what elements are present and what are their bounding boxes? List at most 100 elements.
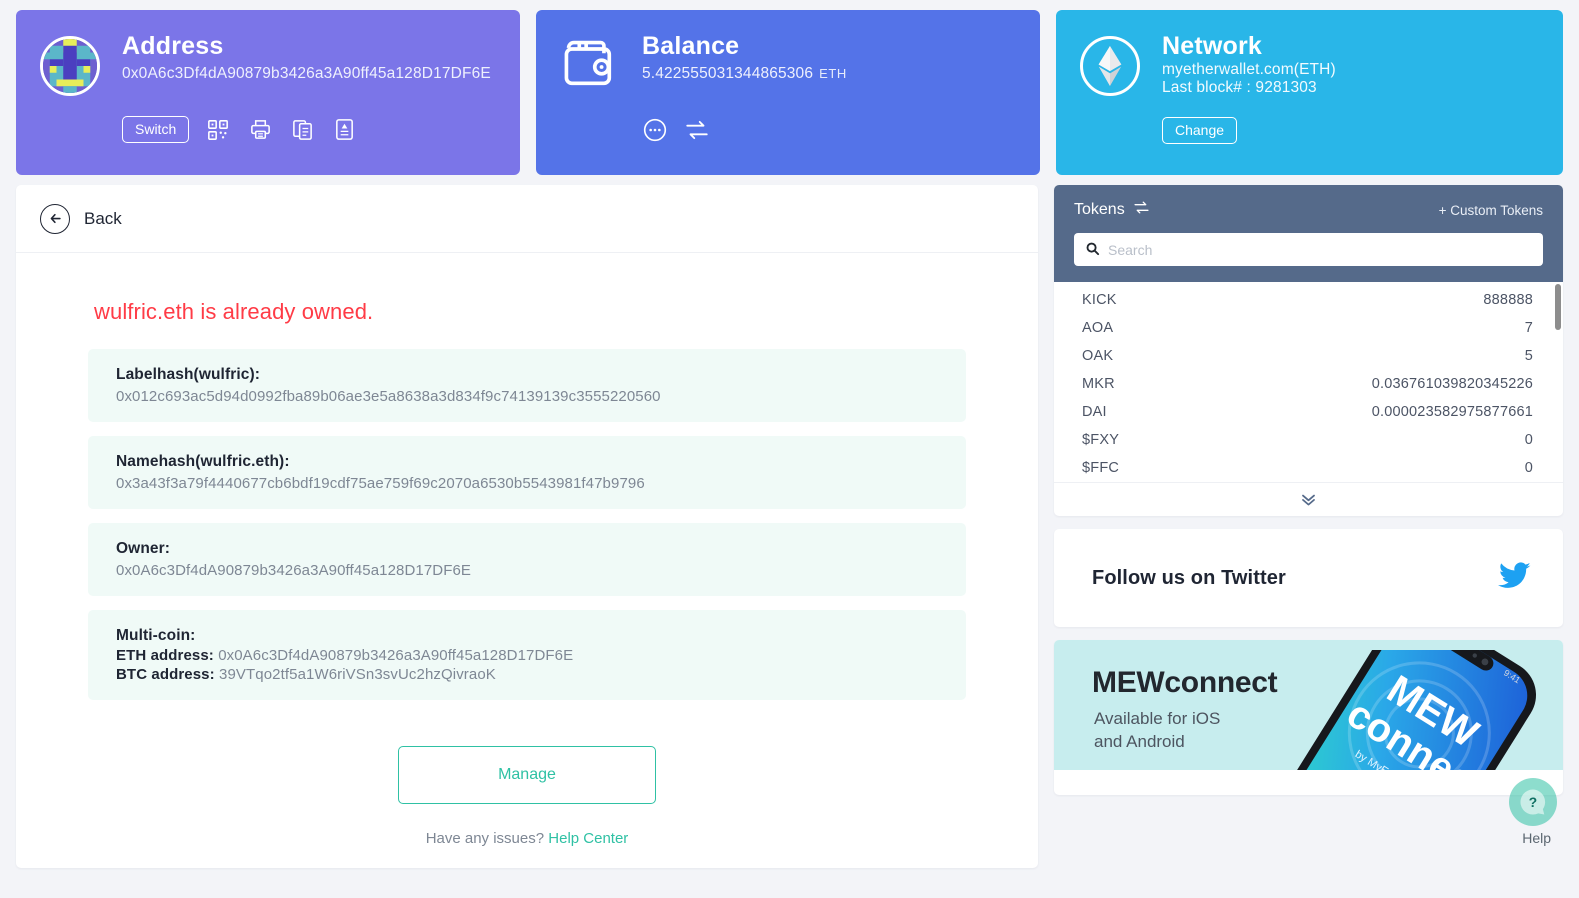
- print-icon[interactable]: [247, 117, 273, 143]
- network-card: Network myetherwallet.com(ETH) Last bloc…: [1056, 10, 1563, 175]
- mewconnect-subtitle: Available for iOS and Android: [1094, 708, 1220, 754]
- owner-box: Owner: 0x0A6c3Df4dA90879b3426a3A90ff45a1…: [88, 523, 966, 596]
- balance-value: 5.422555031344865306: [642, 64, 814, 82]
- back-button[interactable]: Back: [16, 185, 1038, 253]
- multicoin-btc-label: BTC address:: [116, 666, 215, 683]
- manage-section: Manage Have any issues? Help Center: [88, 746, 966, 847]
- network-provider: myetherwallet.com(ETH): [1162, 60, 1336, 78]
- token-balance: 0.000023582975877661: [1371, 404, 1533, 420]
- wallet-icon: [560, 36, 620, 97]
- token-list-scrollbar[interactable]: [1555, 284, 1561, 330]
- address-card-title: Address: [122, 32, 224, 60]
- mewconnect-title: MEWconnect: [1092, 666, 1278, 699]
- table-row[interactable]: MKR 0.036761039820345226: [1054, 370, 1563, 398]
- multicoin-eth-line: ETH address: 0x0A6c3Df4dA90879b3426a3A90…: [116, 647, 938, 664]
- back-label: Back: [84, 208, 122, 228]
- table-row[interactable]: OAK 5: [1054, 342, 1563, 370]
- multicoin-eth-label: ETH address:: [116, 647, 214, 664]
- table-row[interactable]: DAI 0.000023582975877661: [1054, 398, 1563, 426]
- token-balance: 0: [1524, 432, 1533, 448]
- tokens-title: Tokens: [1074, 201, 1125, 218]
- table-row[interactable]: KICK 888888: [1054, 286, 1563, 314]
- multicoin-btc-value: 39VTqo2tf5a1W6riVSn3svUc2hzQivraoK: [219, 666, 496, 683]
- ens-result-content: wulfric.eth is already owned. Labelhash(…: [16, 253, 1038, 847]
- balance-card-title: Balance: [642, 32, 740, 60]
- token-search-wrap: [1074, 233, 1543, 266]
- multicoin-eth-value: 0x0A6c3Df4dA90879b3426a3A90ff45a128D17DF…: [218, 647, 574, 664]
- phone-illustration: MEW connec by MyEtherWallet 9:41: [1283, 650, 1537, 770]
- qr-code-icon[interactable]: [205, 117, 231, 143]
- search-icon: [1085, 241, 1100, 261]
- mewconnect-line1: Available for iOS: [1094, 709, 1221, 728]
- balance-card: Balance 5.422555031344865306 ETH: [536, 10, 1040, 175]
- address-card-actions: Switch: [122, 116, 496, 144]
- token-balance: 5: [1524, 348, 1533, 364]
- token-symbol: KICK: [1082, 292, 1117, 308]
- help-button[interactable]: ?: [1509, 778, 1557, 826]
- copy-icon[interactable]: [289, 117, 315, 143]
- chevron-double-down-icon: [1302, 494, 1315, 506]
- multicoin-box: Multi-coin: ETH address: 0x0A6c3Df4dA908…: [88, 610, 966, 700]
- balance-card-actions: [642, 117, 1016, 143]
- token-balance: 888888: [1483, 292, 1533, 308]
- table-row[interactable]: $FFC 0: [1054, 454, 1563, 482]
- owner-label: Owner:: [116, 540, 170, 557]
- more-options-icon[interactable]: [642, 117, 668, 143]
- issues-text: Have any issues?: [425, 830, 545, 847]
- avatar: [40, 36, 100, 96]
- help-question-icon: ?: [1520, 789, 1546, 815]
- mewconnect-line2: and Android: [1094, 731, 1185, 751]
- search-input[interactable]: [1074, 233, 1543, 266]
- manage-button[interactable]: Manage: [398, 746, 656, 804]
- swap-icon[interactable]: [684, 117, 710, 143]
- custom-tokens-button[interactable]: + Custom Tokens: [1439, 203, 1543, 218]
- token-balance: 7: [1524, 320, 1533, 336]
- token-symbol: OAK: [1082, 348, 1114, 364]
- tokens-header: Tokens + Custom Tokens: [1054, 185, 1563, 282]
- token-balance: 0.036761039820345226: [1371, 376, 1533, 392]
- help-fab-label: Help: [1522, 830, 1551, 846]
- mewconnect-card[interactable]: MEWconnect Available for iOS and Android: [1054, 640, 1563, 795]
- document-icon[interactable]: [331, 117, 357, 143]
- token-symbol: AOA: [1082, 320, 1114, 336]
- balance-value-row: 5.422555031344865306 ETH: [642, 65, 847, 83]
- namehash-value: 0x3a43f3a79f4440677cb6bdf19cdf75ae759f69…: [116, 475, 645, 492]
- switch-button[interactable]: Switch: [122, 116, 190, 144]
- multicoin-btc-line: BTC address: 39VTqo2tf5a1W6riVSn3svUc2hz…: [116, 666, 938, 683]
- labelhash-box: Labelhash(wulfric): 0x012c693ac5d94d0992…: [88, 349, 966, 422]
- token-list: KICK 888888 AOA 7 OAK 5 MKR 0.0367610398…: [1054, 282, 1563, 482]
- expand-tokens-button[interactable]: [1054, 482, 1563, 516]
- namehash-label: Namehash(wulfric.eth):: [116, 453, 290, 470]
- twitter-card[interactable]: Follow us on Twitter: [1054, 529, 1563, 627]
- token-symbol: $FXY: [1082, 432, 1120, 448]
- ethereum-icon: [1080, 36, 1140, 96]
- table-row[interactable]: $FXY 0: [1054, 426, 1563, 454]
- token-balance: 0: [1524, 460, 1533, 476]
- owner-value: 0x0A6c3Df4dA90879b3426a3A90ff45a128D17DF…: [116, 562, 472, 579]
- token-symbol: DAI: [1082, 404, 1107, 420]
- sidebar: Tokens + Custom Tokens Search KICK 88888…: [1054, 185, 1563, 795]
- namehash-box: Namehash(wulfric.eth): 0x3a43f3a79f44406…: [88, 436, 966, 509]
- svg-text:?: ?: [1529, 795, 1537, 810]
- address-value: 0x0A6c3Df4dA90879b3426a3A90ff45a128D17DF…: [122, 64, 491, 82]
- issues-line: Have any issues? Help Center: [426, 830, 629, 847]
- help-center-link[interactable]: Help Center: [548, 830, 628, 847]
- address-card: Address 0x0A6c3Df4dA90879b3426a3A90ff45a…: [16, 10, 520, 175]
- tokens-card: Tokens + Custom Tokens Search KICK 88888…: [1054, 185, 1563, 516]
- token-symbol: $FFC: [1082, 460, 1120, 476]
- labelhash-label: Labelhash(wulfric):: [116, 366, 260, 383]
- network-card-title: Network: [1162, 32, 1263, 60]
- tokens-title-group: Tokens: [1074, 199, 1150, 221]
- app-root: Address 0x0A6c3Df4dA90879b3426a3A90ff45a…: [0, 0, 1579, 898]
- summary-cards: Address 0x0A6c3Df4dA90879b3426a3A90ff45a…: [16, 10, 1563, 175]
- error-message: wulfric.eth is already owned.: [94, 299, 374, 324]
- twitter-icon: [1498, 561, 1531, 595]
- back-arrow-icon: [40, 203, 70, 234]
- mewconnect-banner: MEWconnect Available for iOS and Android: [1054, 640, 1563, 770]
- balance-unit: ETH: [819, 65, 847, 81]
- token-swap-icon[interactable]: [1133, 199, 1150, 221]
- labelhash-value: 0x012c693ac5d94d0992fba89b06ae3e5a8638a3…: [116, 388, 661, 405]
- network-last-block: Last block# : 9281303: [1162, 78, 1317, 96]
- change-network-button[interactable]: Change: [1162, 116, 1238, 145]
- table-row[interactable]: AOA 7: [1054, 314, 1563, 342]
